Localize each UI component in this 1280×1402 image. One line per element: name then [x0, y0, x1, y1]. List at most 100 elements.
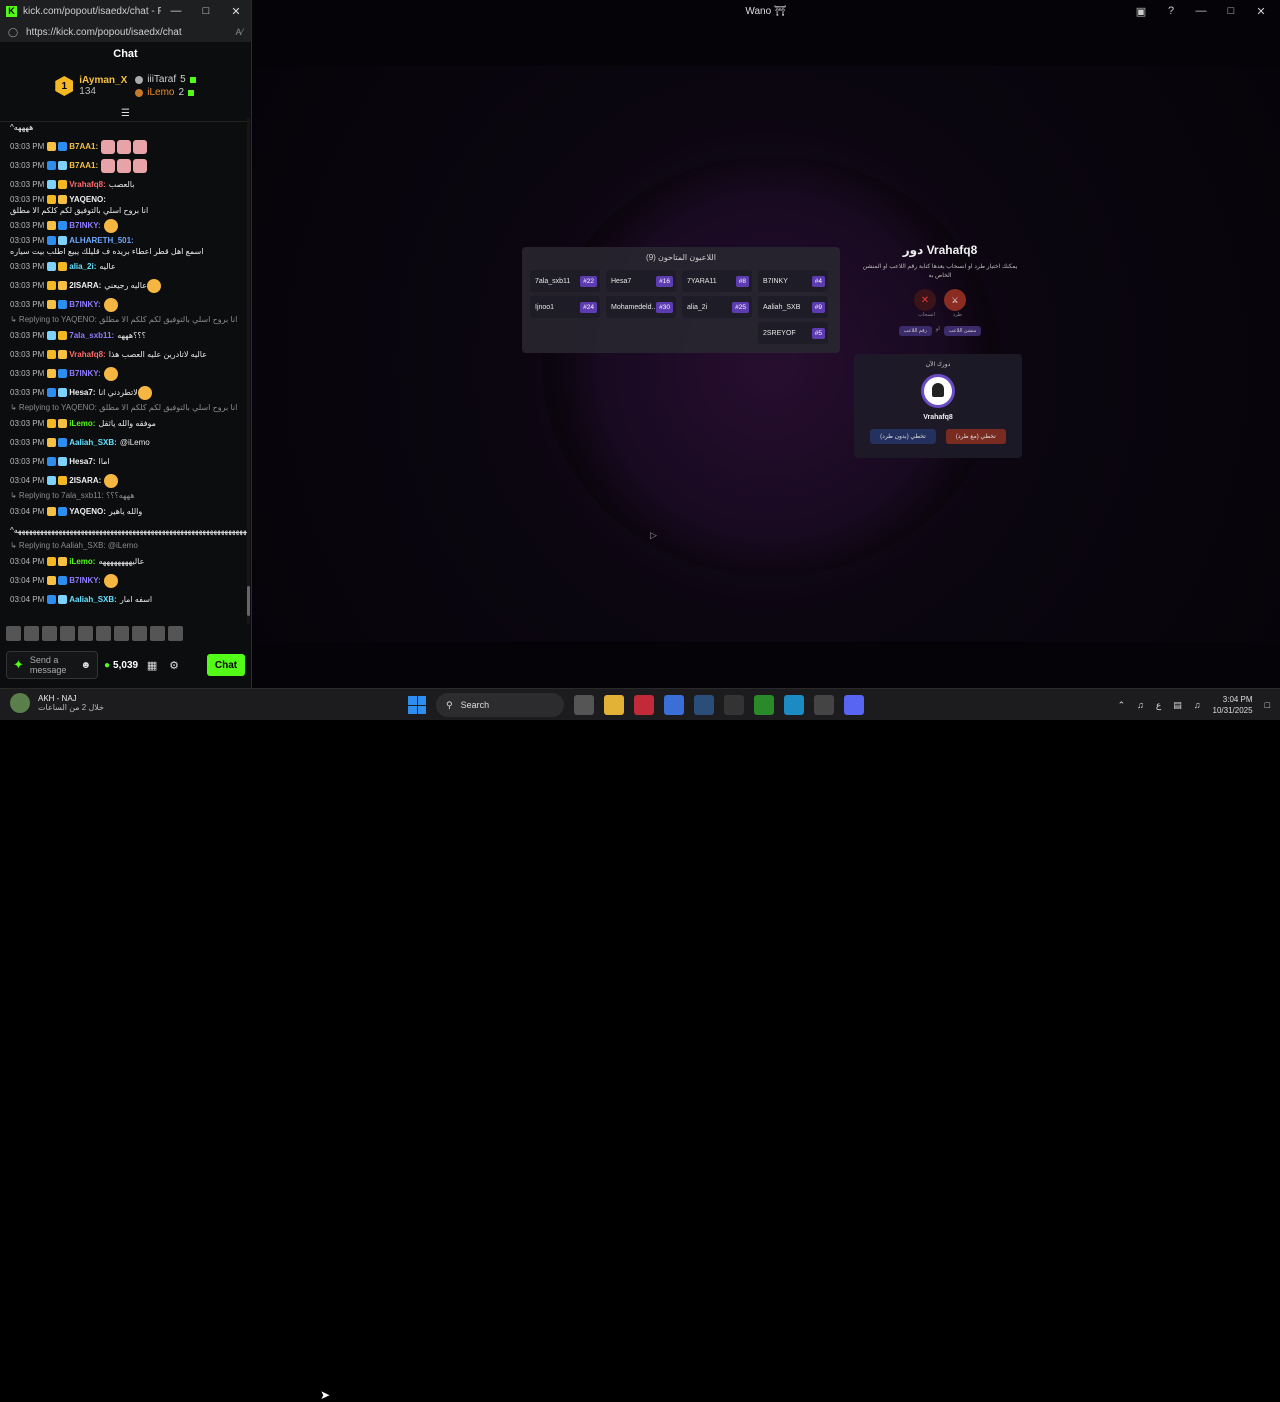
message-username[interactable]: iLemo:: [69, 418, 95, 429]
leaderboard-third-points: 2: [178, 87, 185, 98]
current-player-name: Vrahafq8: [923, 414, 953, 421]
volume-icon[interactable]: ♫: [1194, 700, 1201, 710]
maximize-button[interactable]: □: [1216, 5, 1246, 17]
message-username[interactable]: 2ISARA:: [69, 280, 101, 291]
message-username[interactable]: Aaliah_SXB:: [69, 437, 117, 448]
reply-context[interactable]: ↳ Replying to 7ala_sxb11: هههه؟؟؟: [10, 490, 242, 502]
message-username[interactable]: B7INKY:: [69, 575, 100, 586]
quick-emote[interactable]: [42, 626, 57, 641]
message-username[interactable]: B7AA1:: [69, 160, 98, 171]
skip-without-kick-button[interactable]: تخطي (بدون طرد): [870, 429, 936, 444]
help-icon[interactable]: ?: [1156, 5, 1186, 17]
store-icon[interactable]: [664, 695, 684, 715]
chat-message: 03:03 PM Hesa7: اماا: [10, 452, 242, 471]
player-card[interactable]: alia_2i #25: [682, 296, 752, 318]
channel-points[interactable]: ● 5,039: [104, 660, 138, 671]
withdraw-x-icon[interactable]: ✕: [914, 289, 936, 311]
pointer-icon: ▷: [650, 530, 657, 540]
quick-emote[interactable]: [24, 626, 39, 641]
quick-emote[interactable]: [6, 626, 21, 641]
address-bar[interactable]: ◯ https://kick.com/popout/isaedx/chat A⁄: [0, 22, 251, 42]
clock[interactable]: 3:04 PM 10/31/2025: [1213, 694, 1253, 716]
steam-icon[interactable]: [694, 695, 714, 715]
windows-start-icon[interactable]: [408, 696, 426, 714]
reply-context[interactable]: ↳ Replying to YAQENO: انا بروح اسلي بالت…: [10, 314, 242, 326]
emote-icon: [103, 297, 118, 312]
maximize-button[interactable]: □: [191, 5, 221, 17]
player-card[interactable]: 7YARA11 #8: [682, 270, 752, 292]
microphone-icon[interactable]: ♫: [1137, 700, 1144, 710]
skip-with-kick-button[interactable]: تخطي (مع طرد): [945, 429, 1006, 444]
screenshot-icon[interactable]: ▣: [1126, 5, 1156, 18]
chat-scrollbar[interactable]: [247, 118, 250, 624]
taskbar-search[interactable]: ⚲ Search: [436, 693, 564, 717]
message-username[interactable]: B7AA1:: [69, 141, 98, 152]
task-view-icon[interactable]: [574, 695, 594, 715]
scrollbar-thumb[interactable]: [247, 586, 250, 616]
edge-browser-icon[interactable]: [784, 695, 804, 715]
message-username[interactable]: alia_2i:: [69, 261, 96, 272]
player-card[interactable]: Hesa7 #16: [606, 270, 676, 292]
player-card[interactable]: 7ala_sxb11 #22: [530, 270, 600, 292]
language-indicator[interactable]: ع: [1156, 700, 1161, 711]
close-button[interactable]: ✕: [1246, 5, 1276, 18]
message-username[interactable]: YAQENO:: [69, 506, 106, 517]
minimize-button[interactable]: —: [161, 5, 191, 17]
player-card[interactable]: B7INKY #4: [758, 270, 828, 292]
quick-emote[interactable]: [114, 626, 129, 641]
message-username[interactable]: 2ISARA:: [69, 475, 101, 486]
player-number-badge: #5: [811, 327, 825, 339]
message-username[interactable]: Hesa7:: [69, 387, 95, 398]
message-username[interactable]: ALHARETH_501:: [69, 235, 133, 246]
send-chat-button[interactable]: Chat: [207, 654, 245, 676]
quick-emote[interactable]: [96, 626, 111, 641]
player-card[interactable]: Aaliah_SXB #9: [758, 296, 828, 318]
quick-emote[interactable]: [132, 626, 147, 641]
message-username[interactable]: B7INKY:: [69, 299, 100, 310]
reply-context[interactable]: ↳ Replying to Aaliah_SXB: @iLemo: [10, 540, 242, 552]
message-username[interactable]: YAQENO:: [69, 194, 106, 205]
close-button[interactable]: ✕: [221, 5, 251, 18]
chevron-up-icon[interactable]: ⌃: [1118, 700, 1126, 711]
message-username[interactable]: Aaliah_SXB:: [69, 594, 117, 605]
user-badge-icon: [58, 457, 68, 466]
read-aloud-icon[interactable]: A⁄: [235, 27, 243, 37]
settings-gear-icon[interactable]: ⚙: [166, 659, 182, 672]
quick-emote[interactable]: [78, 626, 93, 641]
player-card[interactable]: 2SREYOF #5: [758, 322, 828, 344]
message-username[interactable]: Hesa7:: [69, 456, 95, 467]
app-red-icon[interactable]: [634, 695, 654, 715]
message-username[interactable]: B7INKY:: [69, 368, 100, 379]
message-timestamp: 03:03 PM: [10, 457, 45, 466]
user-badge-icon: [47, 180, 57, 189]
quick-emote[interactable]: [60, 626, 75, 641]
chat-message: 03:03 PM B7INKY:: [10, 216, 242, 235]
quick-emote[interactable]: [168, 626, 183, 641]
network-icon[interactable]: ▤: [1173, 700, 1182, 711]
kick-sword-icon[interactable]: ⚔: [944, 289, 966, 311]
xbox-icon[interactable]: [754, 695, 774, 715]
player-card[interactable]: Ijnoo1 #24: [530, 296, 600, 318]
message-username[interactable]: 7ala_sxb11:: [69, 330, 114, 341]
message-timestamp: 03:03 PM: [10, 419, 45, 428]
file-explorer-icon[interactable]: [604, 695, 624, 715]
emoji-picker-icon[interactable]: ☻: [80, 660, 91, 671]
obs-icon[interactable]: [814, 695, 834, 715]
quick-emote[interactable]: [150, 626, 165, 641]
message-username[interactable]: iLemo:: [69, 556, 95, 567]
user-badge-icon: [58, 438, 68, 447]
player-card[interactable]: Mohamedeld.. #30: [606, 296, 676, 318]
discord-icon[interactable]: [844, 695, 864, 715]
notifications-icon[interactable]: □: [1265, 700, 1270, 710]
reply-context[interactable]: ↳ Replying to YAQENO: انا بروح اسلي بالت…: [10, 402, 242, 414]
message-username[interactable]: Vrahafq8:: [69, 179, 105, 190]
store-icon[interactable]: ▦: [144, 659, 160, 672]
minimize-button[interactable]: —: [1186, 5, 1216, 17]
message-timestamp: 03:03 PM: [10, 142, 45, 151]
user-badge-icon: [58, 595, 68, 604]
message-input[interactable]: ✦ Send a message ☻: [6, 651, 98, 679]
weather-widget[interactable]: AKH - NAJ خلال 2 من الساعات: [10, 693, 104, 713]
message-username[interactable]: B7INKY:: [69, 220, 100, 231]
epic-games-icon[interactable]: [724, 695, 744, 715]
message-username[interactable]: Vrahafq8:: [69, 349, 105, 360]
